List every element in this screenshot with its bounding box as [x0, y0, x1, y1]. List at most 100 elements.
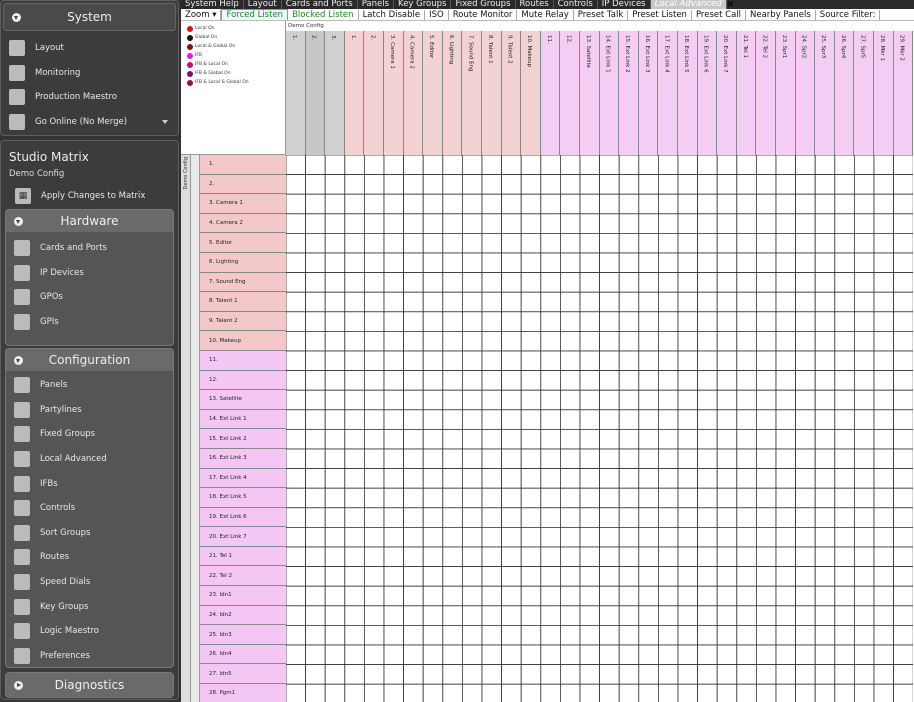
crosspoint-cell[interactable] [422, 526, 444, 548]
crosspoint-cell[interactable] [854, 683, 875, 702]
crosspoint-cell[interactable] [403, 291, 424, 313]
crosspoint-cell[interactable] [893, 507, 914, 528]
crosspoint-cell[interactable] [873, 468, 895, 489]
crosspoint-cell[interactable] [599, 448, 620, 470]
crosspoint-cell[interactable] [716, 664, 738, 685]
crosspoint-cell[interactable] [344, 389, 365, 411]
column-header[interactable]: 3. Camera 1 [384, 31, 404, 155]
crosspoint-cell[interactable] [775, 213, 797, 234]
column-header[interactable]: 10. Makeup [521, 31, 541, 155]
crosspoint-cell[interactable] [873, 605, 895, 626]
crosspoint-cell[interactable] [834, 546, 855, 568]
crosspoint-cell[interactable] [461, 624, 483, 646]
crosspoint-cell[interactable] [559, 370, 581, 391]
crosspoint-cell[interactable] [559, 624, 581, 646]
crosspoint-cell[interactable] [834, 507, 855, 528]
crosspoint-cell[interactable] [520, 487, 542, 509]
crosspoint-cell[interactable] [305, 526, 326, 548]
column-header[interactable]: 9. Talent 2 [501, 31, 522, 155]
crosspoint-cell[interactable] [716, 233, 738, 254]
crosspoint-cell[interactable] [305, 272, 326, 293]
crosspoint-cell[interactable] [383, 507, 405, 528]
crosspoint-cell[interactable] [854, 370, 875, 391]
crosspoint-cell[interactable] [618, 350, 640, 372]
tab-panels[interactable]: Panels [358, 0, 395, 9]
crosspoint-cell[interactable] [403, 664, 424, 685]
crosspoint-cell[interactable] [383, 585, 405, 607]
crosspoint-cell[interactable] [579, 624, 601, 646]
crosspoint-cell[interactable] [442, 664, 463, 685]
crosspoint-cell[interactable] [716, 546, 738, 568]
crosspoint-cell[interactable] [716, 683, 738, 702]
crosspoint-cell[interactable] [422, 330, 444, 352]
crosspoint-cell[interactable] [893, 330, 914, 352]
crosspoint-cell[interactable] [305, 546, 326, 568]
crosspoint-cell[interactable] [893, 350, 914, 372]
row-header[interactable]: 9. Talent 2 [200, 311, 286, 332]
column-header[interactable]: 19. Ext Link 6 [697, 31, 718, 155]
crosspoint-cell[interactable] [286, 311, 307, 332]
crosspoint-cell[interactable] [697, 468, 718, 489]
crosspoint-cell[interactable] [579, 389, 601, 411]
crosspoint-cell[interactable] [305, 409, 326, 430]
crosspoint-cell[interactable] [638, 507, 659, 528]
column-header[interactable]: 22. Tel 2 [756, 31, 776, 155]
crosspoint-cell[interactable] [814, 311, 836, 332]
crosspoint-cell[interactable] [344, 213, 365, 234]
crosspoint-cell[interactable] [677, 252, 699, 274]
crosspoint-cell[interactable] [893, 311, 914, 332]
crosspoint-cell[interactable] [422, 624, 444, 646]
crosspoint-cell[interactable] [755, 487, 777, 509]
crosspoint-cell[interactable] [775, 644, 797, 666]
crosspoint-cell[interactable] [893, 193, 914, 215]
crosspoint-cell[interactable] [697, 546, 718, 568]
crosspoint-cell[interactable] [854, 155, 875, 176]
crosspoint-cell[interactable] [638, 624, 659, 646]
crosspoint-cell[interactable] [697, 389, 718, 411]
crosspoint-cell[interactable] [324, 350, 346, 372]
crosspoint-cell[interactable] [579, 252, 601, 274]
crosspoint-cell[interactable] [520, 409, 542, 430]
crosspoint-cell[interactable] [834, 605, 855, 626]
crosspoint-cell[interactable] [599, 468, 620, 489]
row-header[interactable]: 21. Tel 1 [200, 546, 286, 567]
crosspoint-cell[interactable] [657, 428, 679, 450]
crosspoint-cell[interactable] [697, 585, 718, 607]
crosspoint-cell[interactable] [893, 409, 914, 430]
crosspoint-cell[interactable] [442, 644, 463, 666]
crosspoint-cell[interactable] [697, 566, 718, 587]
crosspoint-cell[interactable] [736, 448, 757, 470]
crosspoint-cell[interactable] [481, 683, 503, 702]
crosspoint-cell[interactable] [657, 644, 679, 666]
crosspoint-cell[interactable] [854, 546, 875, 568]
sidebar-item-monitoring[interactable]: Monitoring [1, 61, 178, 86]
crosspoint-cell[interactable] [873, 428, 895, 450]
crosspoint-cell[interactable] [697, 526, 718, 548]
crosspoint-cell[interactable] [540, 585, 561, 607]
crosspoint-cell[interactable] [854, 644, 875, 666]
crosspoint-cell[interactable] [599, 664, 620, 685]
crosspoint-cell[interactable] [755, 585, 777, 607]
crosspoint-cell[interactable] [344, 624, 365, 646]
crosspoint-cell[interactable] [736, 605, 757, 626]
zoom-dropdown[interactable]: Zoom ▾ [181, 9, 222, 20]
crosspoint-cell[interactable] [559, 468, 581, 489]
crosspoint-cell[interactable] [638, 193, 659, 215]
crosspoint-cell[interactable] [559, 409, 581, 430]
crosspoint-cell[interactable] [716, 624, 738, 646]
crosspoint-cell[interactable] [814, 213, 836, 234]
crosspoint-cell[interactable] [481, 448, 503, 470]
row-header[interactable]: 23. Idn1 [200, 586, 286, 606]
crosspoint-cell[interactable] [364, 330, 385, 352]
crosspoint-cell[interactable] [286, 389, 307, 411]
crosspoint-cell[interactable] [442, 213, 463, 234]
crosspoint-cell[interactable] [383, 683, 405, 702]
crosspoint-cell[interactable] [893, 526, 914, 548]
crosspoint-cell[interactable] [559, 174, 581, 195]
crosspoint-cell[interactable] [403, 155, 424, 176]
crosspoint-cell[interactable] [403, 507, 424, 528]
crosspoint-cell[interactable] [364, 624, 385, 646]
crosspoint-cell[interactable] [286, 155, 307, 176]
column-header[interactable]: 2. [364, 31, 384, 155]
sidebar-item-ip-devices[interactable]: IP Devices [6, 261, 173, 286]
